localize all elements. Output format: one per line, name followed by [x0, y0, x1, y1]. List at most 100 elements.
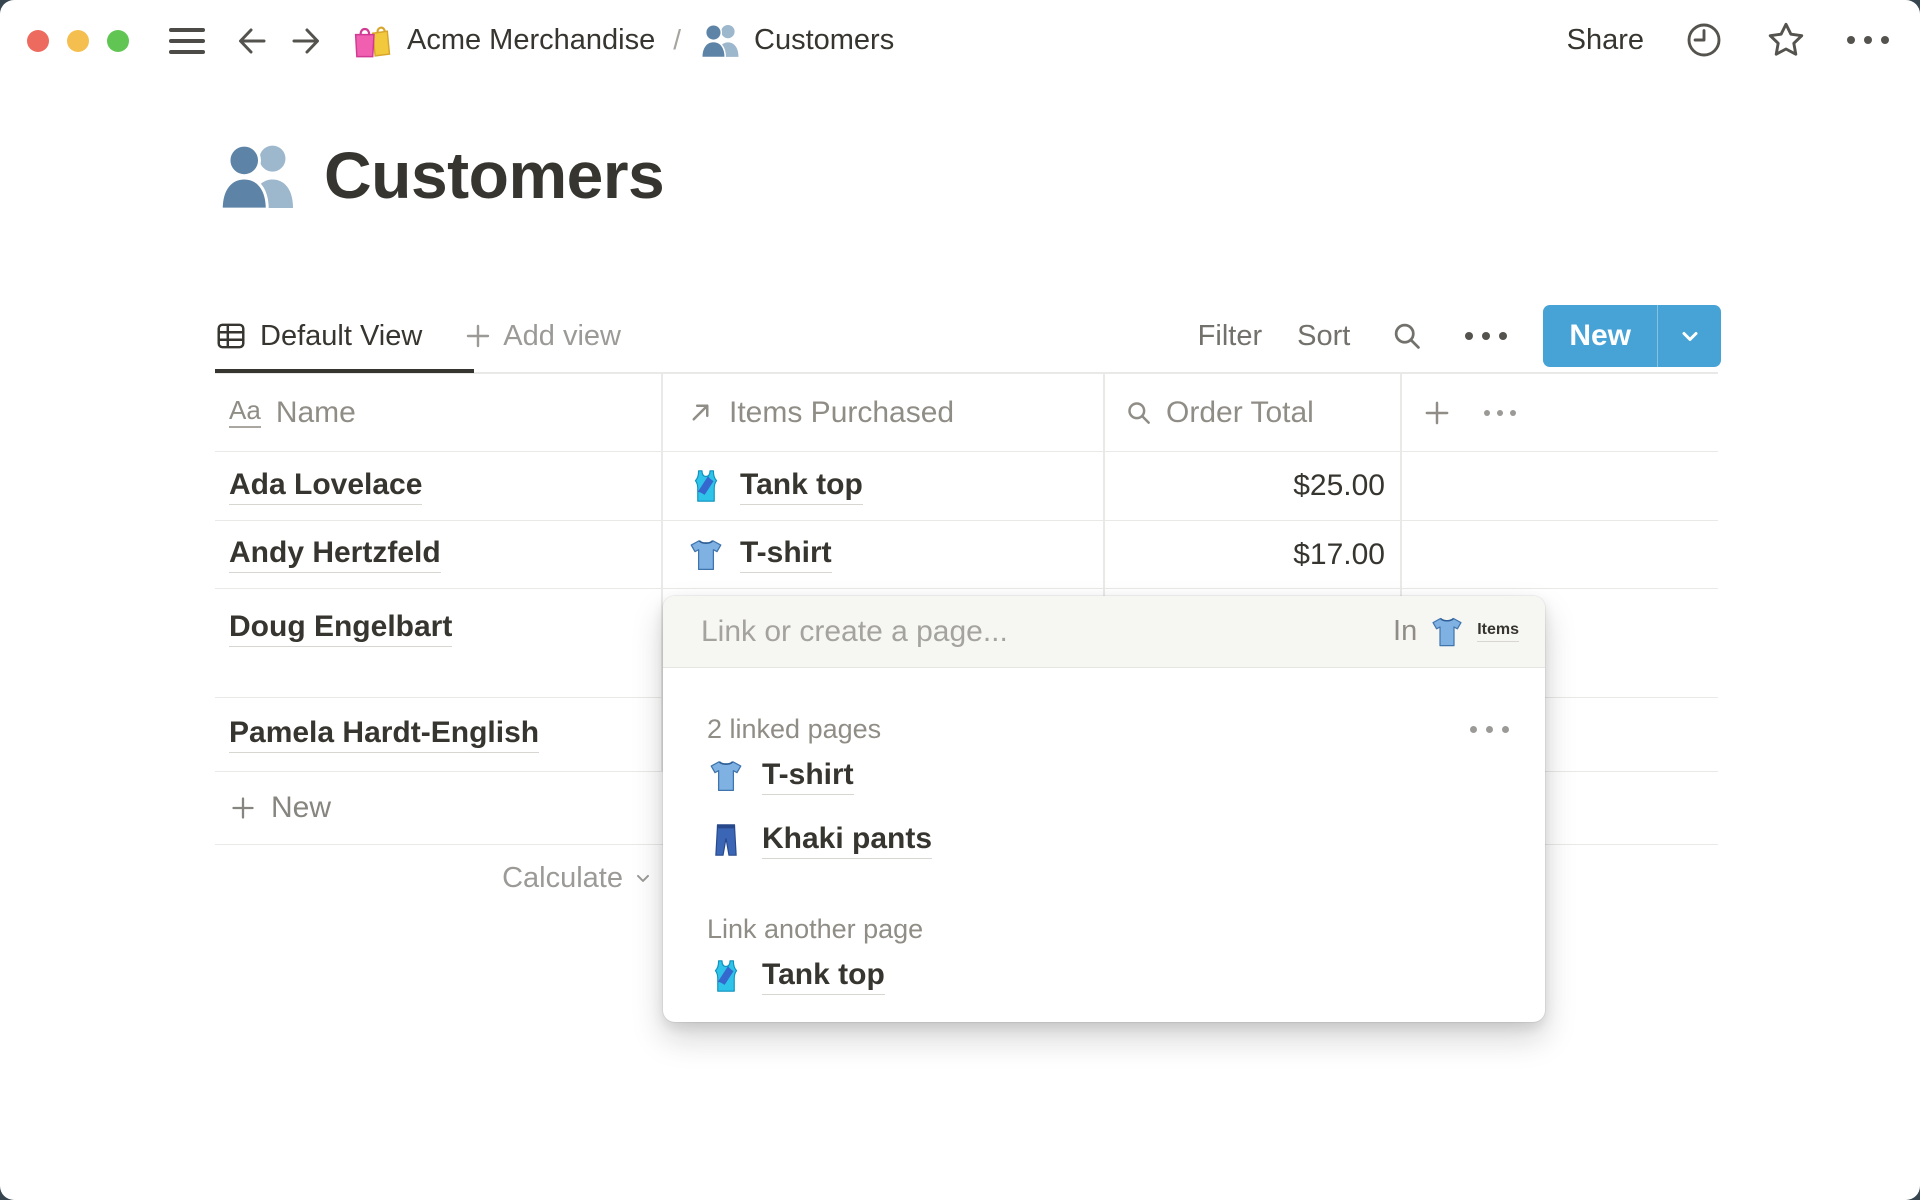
hamburger-icon	[169, 26, 207, 56]
traffic-lights	[27, 30, 129, 52]
breadcrumb-workspace[interactable]: Acme Merchandise	[350, 18, 655, 62]
column-header-order-total[interactable]: Order Total	[1103, 396, 1400, 430]
more-options-button[interactable]	[1846, 18, 1890, 62]
table-row: Andy Hertzfeld T-shirt $17.00	[215, 521, 1718, 589]
page-link[interactable]: Tank top	[740, 468, 863, 505]
more-icon	[1459, 326, 1513, 346]
search-icon	[1391, 320, 1423, 352]
chevron-down-icon	[1678, 324, 1702, 348]
relation-arrow-icon	[687, 399, 714, 426]
tab-default-view-label: Default View	[260, 319, 423, 352]
running-shirt-icon	[687, 467, 725, 505]
shopping-bags-icon	[350, 18, 394, 62]
add-column-button plus-icon[interactable]	[1422, 398, 1452, 428]
share-button[interactable]: Share	[1567, 24, 1644, 57]
column-header-label: Name	[275, 395, 356, 429]
popup-scope: In Items	[1393, 614, 1519, 650]
tab-default-view[interactable]: Default View	[215, 320, 422, 353]
arrow-left-icon	[234, 23, 270, 59]
column-header-label: Order Total	[1166, 395, 1314, 429]
table-row: Ada Lovelace Tank top $25.00	[215, 452, 1718, 521]
plus-icon	[229, 794, 257, 822]
new-button-group: New	[1543, 305, 1721, 367]
cell-order-total[interactable]: $25.00	[1103, 469, 1400, 503]
linked-pages-heading: 2 linked pages	[707, 713, 882, 744]
suggested-page-item[interactable]: Tank top	[707, 946, 1515, 1006]
t-shirt-icon	[1429, 614, 1465, 650]
page-link[interactable]: Doug Engelbart	[229, 610, 453, 647]
linked-page-item[interactable]: T-shirt	[707, 746, 1515, 806]
scope-database-link[interactable]: Items	[1477, 621, 1519, 642]
cell-items-purchased[interactable]: T-shirt	[661, 536, 1103, 574]
close-window-button[interactable]	[27, 30, 49, 52]
page-icon people-icon[interactable]	[216, 134, 298, 216]
breadcrumb-workspace-label: Acme Merchandise	[407, 23, 656, 56]
linked-pages-options-button more-icon[interactable]	[1464, 720, 1515, 739]
forward-button[interactable]	[284, 19, 328, 63]
page-title[interactable]: Customers	[324, 137, 665, 213]
cell-items-purchased[interactable]: Tank top	[661, 467, 1103, 505]
minimize-window-button[interactable]	[67, 30, 89, 52]
page-link[interactable]: Andy Hertzfeld	[229, 536, 441, 573]
table-options-button more-icon[interactable]	[1478, 404, 1522, 422]
page-link[interactable]: T-shirt	[740, 536, 832, 573]
rollup-magnifier-icon	[1125, 399, 1152, 426]
add-view-button[interactable]: Add view	[464, 320, 621, 353]
calculate-button[interactable]: Calculate	[215, 862, 661, 895]
scope-prefix-label: In	[1393, 615, 1418, 647]
favorite-button[interactable]	[1764, 18, 1808, 62]
column-header-items-purchased[interactable]: Items Purchased	[661, 396, 1103, 430]
arrow-right-icon	[288, 23, 324, 59]
jeans-icon	[707, 821, 745, 859]
cell-name[interactable]: Doug Engelbart	[215, 589, 661, 647]
cell-name[interactable]: Pamela Hardt-English	[215, 716, 661, 753]
table-view-icon	[215, 320, 247, 352]
app-window: Acme Merchandise / Customers Share Custo…	[0, 0, 1920, 1200]
sidebar-toggle-button[interactable]	[166, 19, 210, 63]
page-link[interactable]: T-shirt	[762, 758, 854, 795]
breadcrumb-separator: /	[673, 24, 681, 55]
link-page-input[interactable]	[701, 614, 1394, 649]
running-shirt-icon	[707, 957, 745, 995]
chevron-down-icon	[633, 868, 653, 888]
add-view-label: Add view	[503, 319, 621, 352]
breadcrumb: Acme Merchandise / Customers	[350, 0, 894, 80]
text-property-icon: Aa	[229, 397, 261, 428]
t-shirt-icon	[707, 757, 745, 795]
zoom-window-button[interactable]	[107, 30, 129, 52]
updates-button[interactable]	[1682, 18, 1726, 62]
link-another-heading: Link another page	[707, 913, 924, 944]
view-options-button[interactable]	[1464, 314, 1508, 358]
page-link[interactable]: Tank top	[762, 958, 885, 995]
search-view-button[interactable]	[1385, 314, 1429, 358]
cell-name[interactable]: Ada Lovelace	[215, 468, 661, 505]
t-shirt-icon	[687, 536, 725, 574]
new-row-label: New	[271, 791, 332, 824]
new-button-dropdown[interactable]	[1657, 305, 1721, 367]
plus-icon	[464, 322, 492, 350]
calculate-label: Calculate	[502, 861, 623, 894]
sort-button[interactable]: Sort	[1297, 320, 1350, 353]
cell-order-total[interactable]: $17.00	[1103, 538, 1400, 572]
new-button[interactable]: New	[1543, 305, 1657, 367]
page-link[interactable]: Pamela Hardt-English	[229, 716, 540, 753]
clock-icon	[1684, 20, 1724, 60]
column-header-name[interactable]: Aa Name	[215, 396, 661, 430]
page-link[interactable]: Khaki pants	[762, 822, 933, 859]
filter-button[interactable]: Filter	[1198, 320, 1262, 353]
popup-search-row: In Items	[663, 596, 1545, 668]
active-tab-underline	[215, 369, 474, 373]
page-link[interactable]: Ada Lovelace	[229, 468, 423, 505]
breadcrumb-page[interactable]: Customers	[699, 19, 894, 61]
star-icon	[1765, 19, 1807, 61]
back-button[interactable]	[230, 19, 274, 63]
cell-name[interactable]: Andy Hertzfeld	[215, 536, 661, 573]
people-icon	[699, 19, 741, 61]
more-icon	[1841, 30, 1895, 50]
linked-page-item[interactable]: Khaki pants	[707, 810, 1515, 870]
table-header-row: Aa Name Items Purchased Order Total	[215, 374, 1718, 452]
relation-link-popup: In Items 2 linked pages T-shirt Khaki pa…	[663, 596, 1545, 1022]
breadcrumb-page-label: Customers	[754, 23, 895, 56]
window-titlebar: Acme Merchandise / Customers Share	[0, 0, 1920, 80]
column-header-label: Items Purchased	[729, 395, 955, 429]
